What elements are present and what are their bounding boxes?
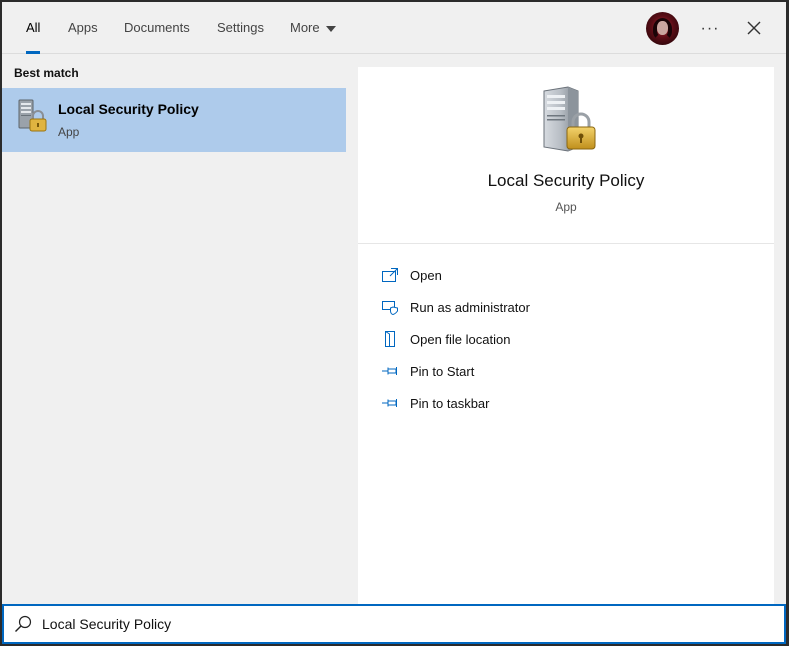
tab-more-label: More xyxy=(290,20,320,35)
server-lock-icon xyxy=(18,99,47,132)
close-button[interactable] xyxy=(742,16,766,40)
run-as-admin-action[interactable]: Run as administrator xyxy=(380,294,760,320)
pin-icon xyxy=(382,399,397,407)
tab-apps[interactable]: Apps xyxy=(68,2,98,54)
open-action[interactable]: Open xyxy=(380,262,760,288)
details-panel: Local Security Policy App Open Run as ad… xyxy=(358,67,774,605)
ellipsis-icon: ··· xyxy=(700,20,720,37)
open-file-location-label: Open file location xyxy=(410,331,511,347)
pin-to-start-label: Pin to Start xyxy=(410,363,475,379)
server-lock-icon xyxy=(543,86,596,152)
tab-all-label: All xyxy=(26,20,41,35)
file-location-icon xyxy=(385,331,395,347)
open-icon xyxy=(382,268,398,282)
user-avatar[interactable] xyxy=(646,12,679,45)
more-options-button[interactable]: ··· xyxy=(698,18,722,40)
open-action-label: Open xyxy=(410,267,442,283)
result-type: App xyxy=(58,125,80,139)
pin-to-taskbar-action[interactable]: Pin to taskbar xyxy=(380,390,760,416)
search-window: All Apps Documents Settings More ··· Bes… xyxy=(2,2,786,644)
tab-documents-label: Documents xyxy=(124,20,190,35)
best-match-heading: Best match xyxy=(14,66,79,80)
divider xyxy=(358,243,774,244)
run-as-admin-icon xyxy=(382,301,398,315)
tab-all[interactable]: All xyxy=(26,2,41,54)
avatar-face xyxy=(657,21,668,35)
tab-more[interactable]: More xyxy=(290,2,336,54)
search-tabs-bar: All Apps Documents Settings More ··· xyxy=(2,2,786,54)
chevron-down-icon xyxy=(325,25,336,32)
search-bar xyxy=(2,604,786,644)
tab-settings-label: Settings xyxy=(217,20,264,35)
tab-apps-label: Apps xyxy=(68,20,98,35)
result-title: Local Security Policy xyxy=(58,101,199,117)
search-input[interactable] xyxy=(42,612,762,636)
tab-documents[interactable]: Documents xyxy=(124,2,190,54)
open-file-location-action[interactable]: Open file location xyxy=(380,326,760,352)
best-match-result[interactable]: Local Security Policy App xyxy=(2,88,346,152)
close-icon xyxy=(747,21,761,35)
pin-icon xyxy=(382,367,397,375)
pin-to-taskbar-label: Pin to taskbar xyxy=(410,395,490,411)
search-icon xyxy=(15,615,32,632)
detail-title: Local Security Policy xyxy=(487,171,645,190)
tab-settings[interactable]: Settings xyxy=(217,2,264,54)
run-as-admin-label: Run as administrator xyxy=(410,299,530,315)
results-panel: Best match Local Security Policy App xyxy=(2,55,346,605)
pin-to-start-action[interactable]: Pin to Start xyxy=(380,358,760,384)
detail-type: App xyxy=(555,200,577,214)
